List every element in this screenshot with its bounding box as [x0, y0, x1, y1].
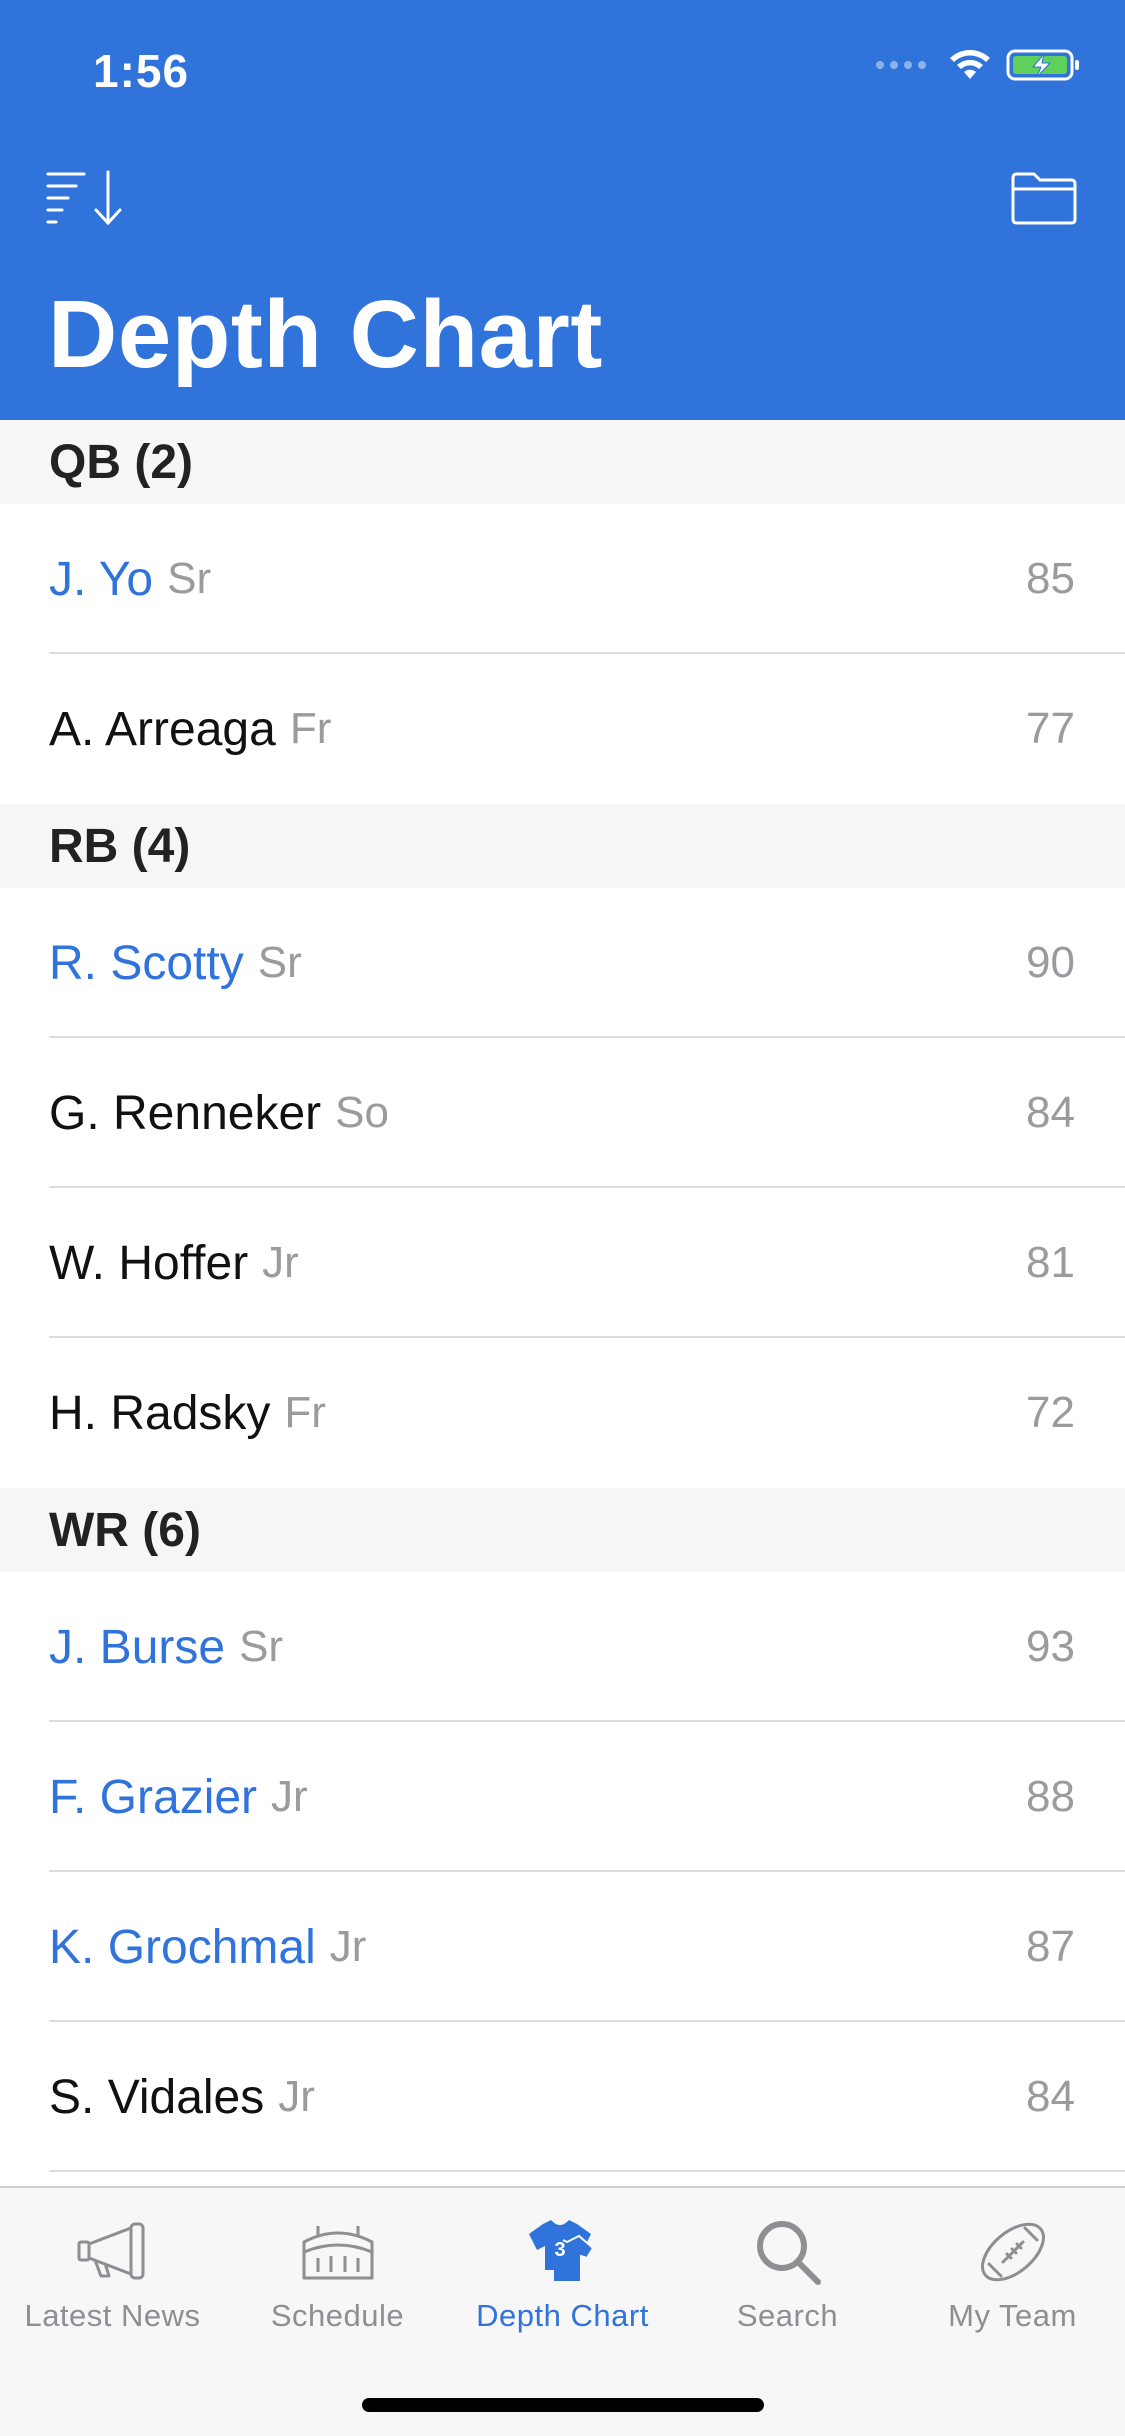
player-name: F. Grazier	[49, 1770, 258, 1824]
player-class: Jr	[262, 1238, 299, 1287]
megaphone-icon	[77, 2222, 144, 2280]
cellular-signal-icon	[876, 61, 926, 69]
section-header-qb: QB (2)	[0, 420, 1125, 504]
sort-button[interactable]	[46, 168, 132, 228]
player-rating: 84	[1026, 1088, 1075, 1137]
player-name: H. Radsky	[49, 1386, 271, 1440]
navigation-header: 1:56 Depth Chart	[0, 0, 1125, 420]
player-class: Sr	[257, 938, 302, 987]
player-row[interactable]: K. Grochmal Jr 87	[0, 1872, 1125, 2022]
depth-chart-list: QB (2) J. Yo Sr 85 A. Arreaga Fr 77 RB (…	[0, 420, 1125, 2172]
football-icon	[980, 2222, 1045, 2282]
player-class: Jr	[271, 1772, 308, 1821]
player-rating: 88	[1026, 1772, 1075, 1821]
section-header-wr: WR (6)	[0, 1488, 1125, 1572]
status-indicators	[876, 48, 1082, 82]
battery-charging-icon	[1006, 49, 1079, 81]
player-rating: 77	[1026, 704, 1075, 753]
tab-label: Schedule	[270, 2298, 405, 2333]
tab-search[interactable]: Search	[675, 2188, 900, 2348]
player-row[interactable]: J. Burse Sr 93	[0, 1572, 1125, 1722]
player-rating: 93	[1026, 1622, 1075, 1671]
player-rating: 85	[1026, 554, 1075, 603]
player-row[interactable]: W. Hoffer Jr 81	[0, 1188, 1125, 1338]
player-class: Sr	[167, 554, 212, 603]
player-row[interactable]: R. Scotty Sr 90	[0, 888, 1125, 1038]
player-rating: 72	[1026, 1388, 1075, 1437]
player-name: G. Renneker	[49, 1086, 322, 1140]
player-name: K. Grochmal	[49, 1920, 316, 1974]
jersey-number: 3	[554, 2239, 565, 2261]
tab-label: My Team	[948, 2298, 1077, 2333]
player-rating: 81	[1026, 1238, 1075, 1287]
player-class: Jr	[278, 2072, 315, 2121]
tab-label: Depth Chart	[476, 2298, 649, 2333]
player-row[interactable]: A. Arreaga Fr 77	[0, 654, 1125, 804]
player-rating: 84	[1026, 2072, 1075, 2121]
player-class: Fr	[284, 1388, 326, 1437]
player-row[interactable]: G. Renneker So 84	[0, 1038, 1125, 1188]
tab-label: Latest News	[24, 2298, 201, 2333]
status-time: 1:56	[93, 45, 190, 97]
section-header-rb: RB (4)	[0, 804, 1125, 888]
tab-label: Search	[736, 2298, 839, 2333]
sort-descending-icon	[46, 170, 122, 226]
home-indicator[interactable]	[362, 2398, 764, 2412]
player-row[interactable]: S. Vidales Jr 84	[0, 2022, 1125, 2172]
player-row[interactable]: H. Radsky Fr 72	[0, 1338, 1125, 1488]
player-name: J. Yo	[49, 552, 154, 606]
folder-icon	[1011, 172, 1077, 225]
player-class: Sr	[239, 1622, 284, 1671]
page-title: Depth Chart	[48, 281, 603, 388]
player-row[interactable]: F. Grazier Jr 88	[0, 1722, 1125, 1872]
jersey-icon: 3	[528, 2220, 594, 2283]
player-rating: 87	[1026, 1922, 1075, 1971]
player-name: W. Hoffer	[49, 1236, 249, 1290]
player-name: A. Arreaga	[49, 702, 276, 756]
stadium-icon	[302, 2226, 373, 2280]
tab-depth-chart[interactable]: 3 Depth Chart	[450, 2188, 675, 2348]
tab-schedule[interactable]: Schedule	[225, 2188, 450, 2348]
player-class: So	[335, 1088, 389, 1137]
player-class: Fr	[289, 704, 332, 753]
player-name: S. Vidales	[49, 2070, 265, 2124]
player-class: Jr	[329, 1922, 367, 1971]
tab-latest-news[interactable]: Latest News	[0, 2188, 225, 2348]
player-row[interactable]: J. Yo Sr 85	[0, 504, 1125, 654]
player-name: R. Scotty	[49, 936, 244, 990]
search-icon	[756, 2221, 821, 2285]
tab-my-team[interactable]: My Team	[900, 2188, 1125, 2348]
player-name: J. Burse	[49, 1620, 226, 1674]
wifi-icon	[950, 50, 990, 79]
player-rating: 90	[1026, 938, 1075, 987]
folder-button[interactable]	[1010, 170, 1078, 226]
